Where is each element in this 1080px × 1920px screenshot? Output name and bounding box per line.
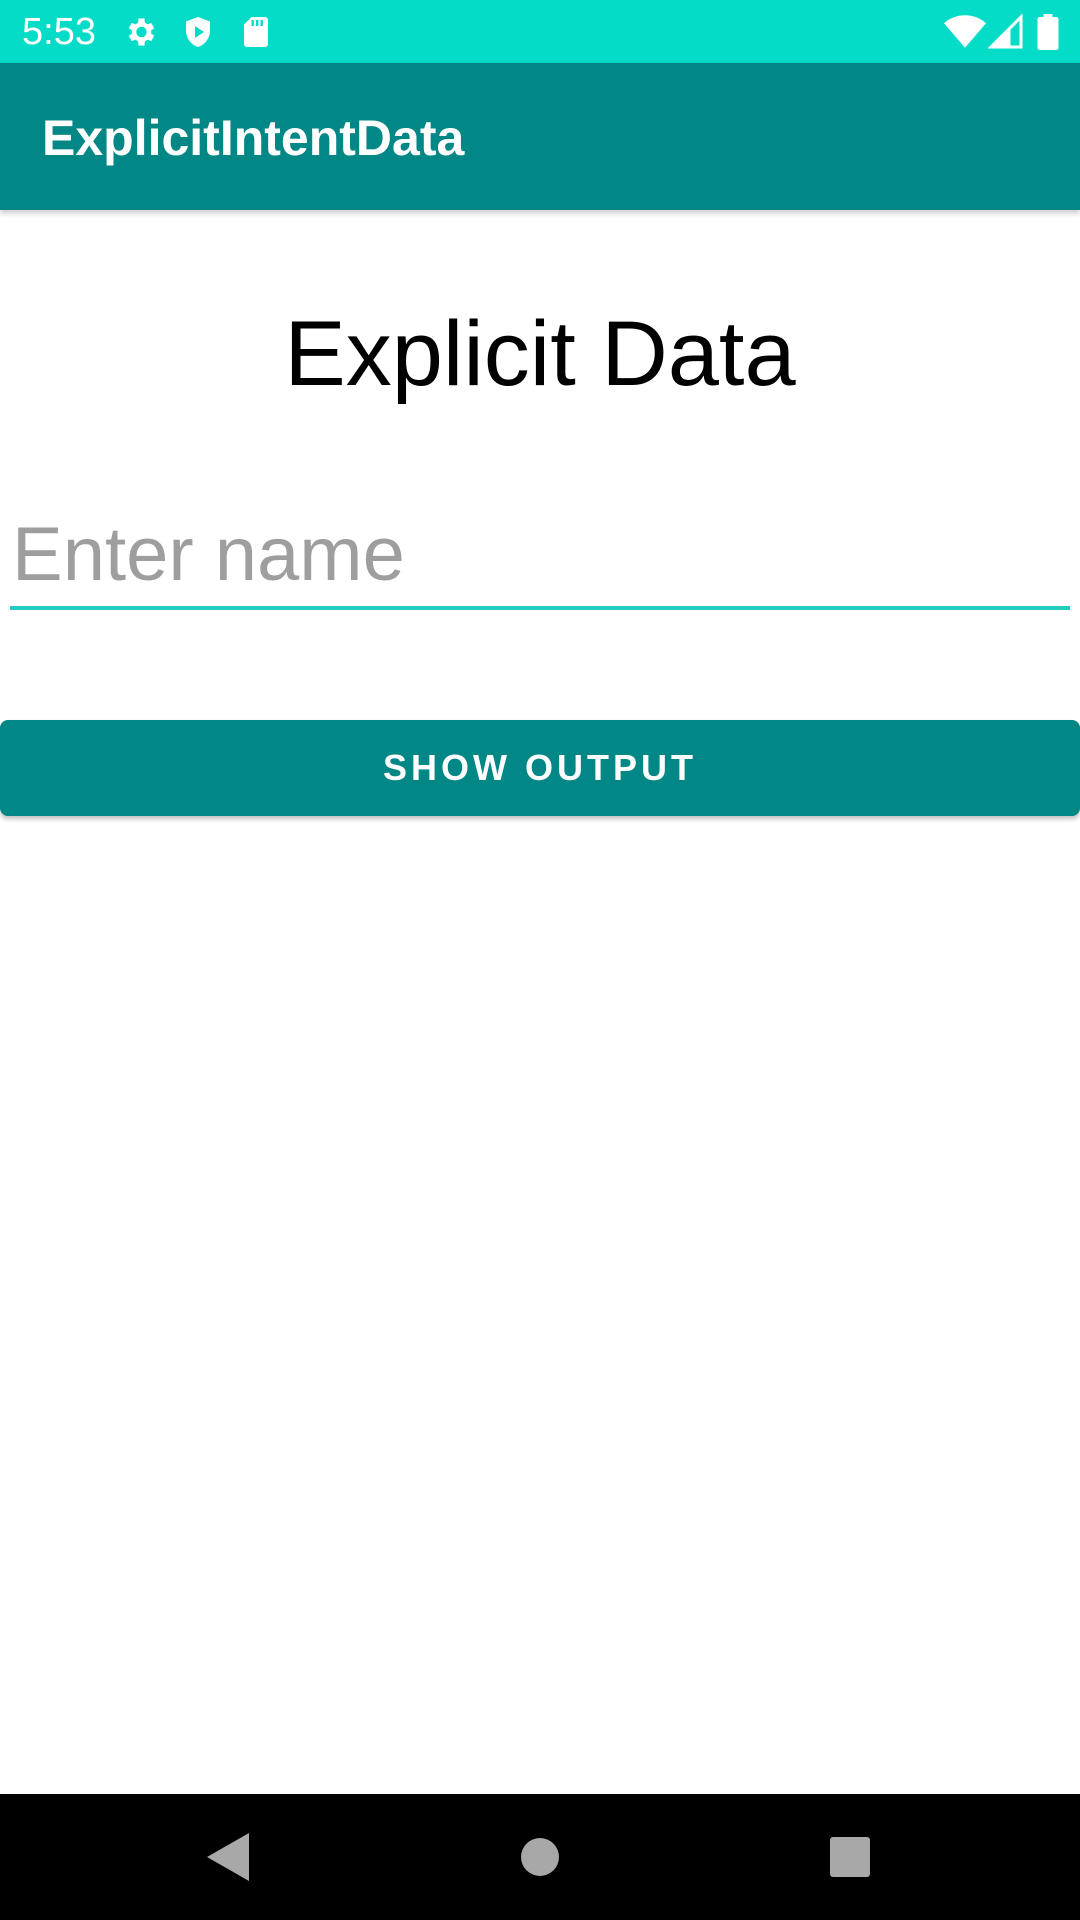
back-icon[interactable]: [182, 1812, 272, 1902]
page-heading: Explicit Data: [284, 303, 796, 405]
status-bar: 5:53: [0, 0, 1080, 63]
name-input[interactable]: [10, 510, 1070, 610]
shield-play-icon: [180, 14, 216, 50]
cell-signal-icon: [987, 13, 1024, 50]
wifi-icon: [944, 14, 986, 50]
screen: 5:53 ExplicitIntentData Explicit Data En…: [0, 0, 1080, 1920]
app-title: ExplicitIntentData: [42, 110, 465, 166]
navigation-bar: [0, 1794, 1080, 1920]
settings-icon: [122, 14, 158, 50]
status-time: 5:53: [22, 11, 96, 53]
recents-icon[interactable]: [805, 1812, 895, 1902]
sd-card-icon: [238, 14, 274, 50]
battery-icon: [1036, 14, 1060, 50]
show-output-button[interactable]: SHOW OUTPUT: [0, 720, 1080, 816]
app-bar: ExplicitIntentData: [0, 63, 1080, 210]
home-icon[interactable]: [495, 1812, 585, 1902]
